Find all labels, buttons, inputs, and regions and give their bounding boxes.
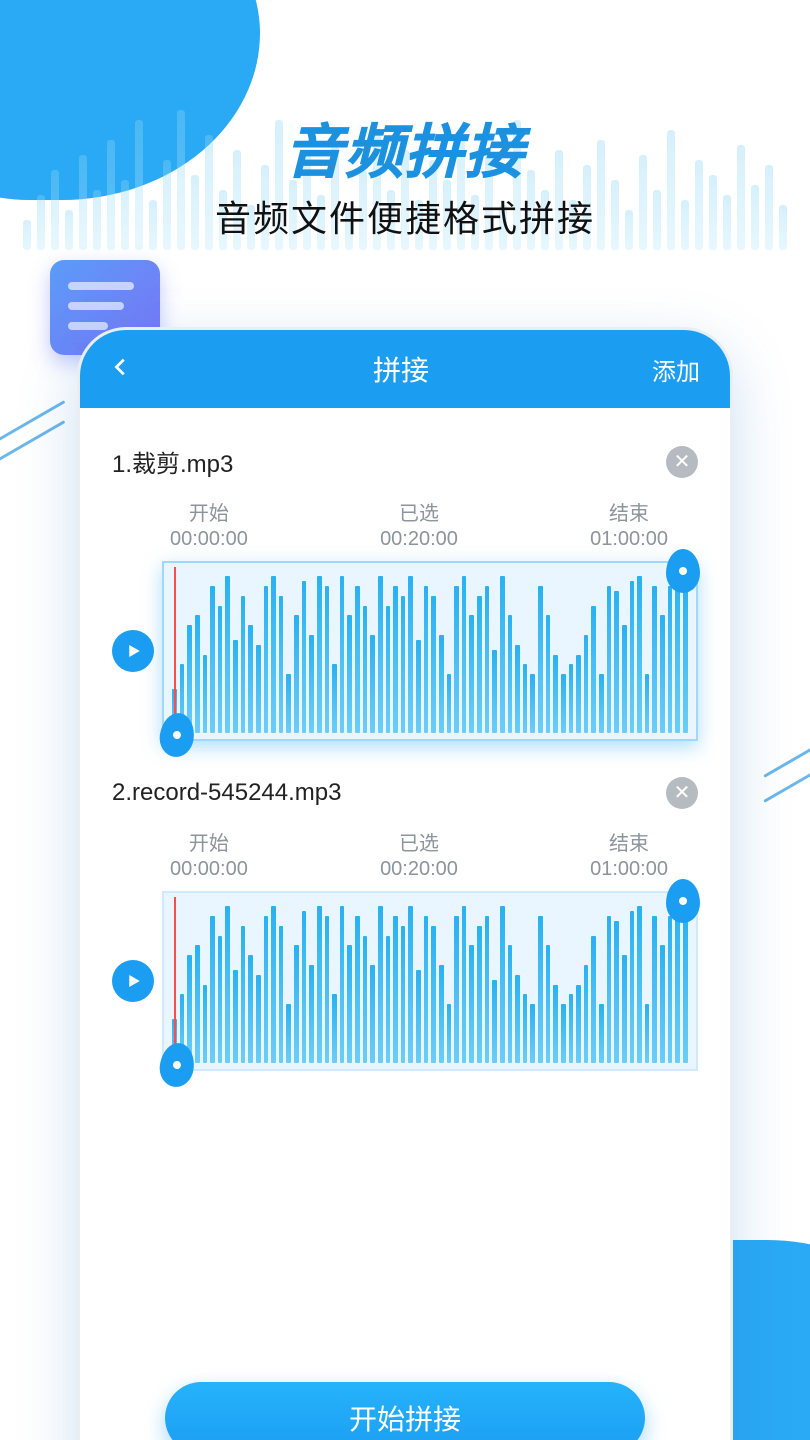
time-label: 已选 <box>380 827 458 856</box>
play-button[interactable] <box>112 630 154 672</box>
phone-frame: 拼接 添加 1.裁剪.mp3✕开始00:00:00已选00:20:00结束01:… <box>80 330 730 1440</box>
waveform-row <box>112 561 698 741</box>
track-item: 1.裁剪.mp3 ✕ 开始00:00:00 已选00:20:00 结束01:00:00 <box>80 418 730 751</box>
decor-line <box>763 745 810 778</box>
remove-track-button[interactable]: ✕ <box>666 446 698 478</box>
waveform[interactable] <box>162 561 698 741</box>
track-list: 1.裁剪.mp3✕开始00:00:00已选00:20:00结束01:00:002… <box>80 408 730 1081</box>
app-bar-title: 拼接 <box>150 349 652 389</box>
back-button[interactable] <box>110 352 150 386</box>
track-item: 2.record-545244.mp3 ✕ 开始00:00:00 已选00:20:00… <box>80 751 730 1081</box>
play-icon <box>124 972 142 990</box>
track-header: 1.裁剪.mp3 ✕ <box>112 444 698 479</box>
time-value: 00:00:00 <box>170 528 248 551</box>
track-header: 2.record-545244.mp3 ✕ <box>112 777 698 809</box>
time-start: 开始00:00:00 <box>170 827 248 881</box>
playhead[interactable] <box>174 897 176 1065</box>
time-label: 开始 <box>170 497 248 526</box>
time-value: 01:00:00 <box>590 858 668 881</box>
time-label: 已选 <box>380 497 458 526</box>
time-row: 开始00:00:00 已选00:20:00 结束01:00:00 <box>112 827 698 885</box>
decor-line <box>763 770 810 803</box>
app-bar: 拼接 添加 <box>80 330 730 408</box>
time-value: 00:20:00 <box>380 528 458 551</box>
add-button[interactable]: 添加 <box>652 352 700 387</box>
play-icon <box>124 642 142 660</box>
chevron-left-icon <box>110 356 132 378</box>
start-merge-button[interactable]: 开始拼接 <box>165 1382 645 1440</box>
time-end: 结束01:00:00 <box>590 497 668 551</box>
time-value: 00:00:00 <box>170 858 248 881</box>
decor-line <box>0 400 65 443</box>
time-selected: 已选00:20:00 <box>380 827 458 881</box>
remove-track-button[interactable]: ✕ <box>666 777 698 809</box>
range-end-handle[interactable] <box>666 549 700 593</box>
hero-title: 音频拼接 <box>0 105 810 189</box>
time-row: 开始00:00:00 已选00:20:00 结束01:00:00 <box>112 497 698 555</box>
time-label: 结束 <box>590 497 668 526</box>
time-start: 开始00:00:00 <box>170 497 248 551</box>
time-label: 开始 <box>170 827 248 856</box>
time-end: 结束01:00:00 <box>590 827 668 881</box>
time-selected: 已选00:20:00 <box>380 497 458 551</box>
playhead[interactable] <box>174 567 176 735</box>
waveform-row <box>112 891 698 1071</box>
hero-subtitle: 音频文件便捷格式拼接 <box>0 190 810 242</box>
track-name: 1.裁剪.mp3 <box>112 444 233 479</box>
time-value: 00:20:00 <box>380 858 458 881</box>
track-name: 2.record-545244.mp3 <box>112 779 341 807</box>
time-value: 01:00:00 <box>590 528 668 551</box>
range-end-handle[interactable] <box>666 879 700 923</box>
waveform[interactable] <box>162 891 698 1071</box>
play-button[interactable] <box>112 960 154 1002</box>
decor-line <box>0 420 65 463</box>
time-label: 结束 <box>590 827 668 856</box>
